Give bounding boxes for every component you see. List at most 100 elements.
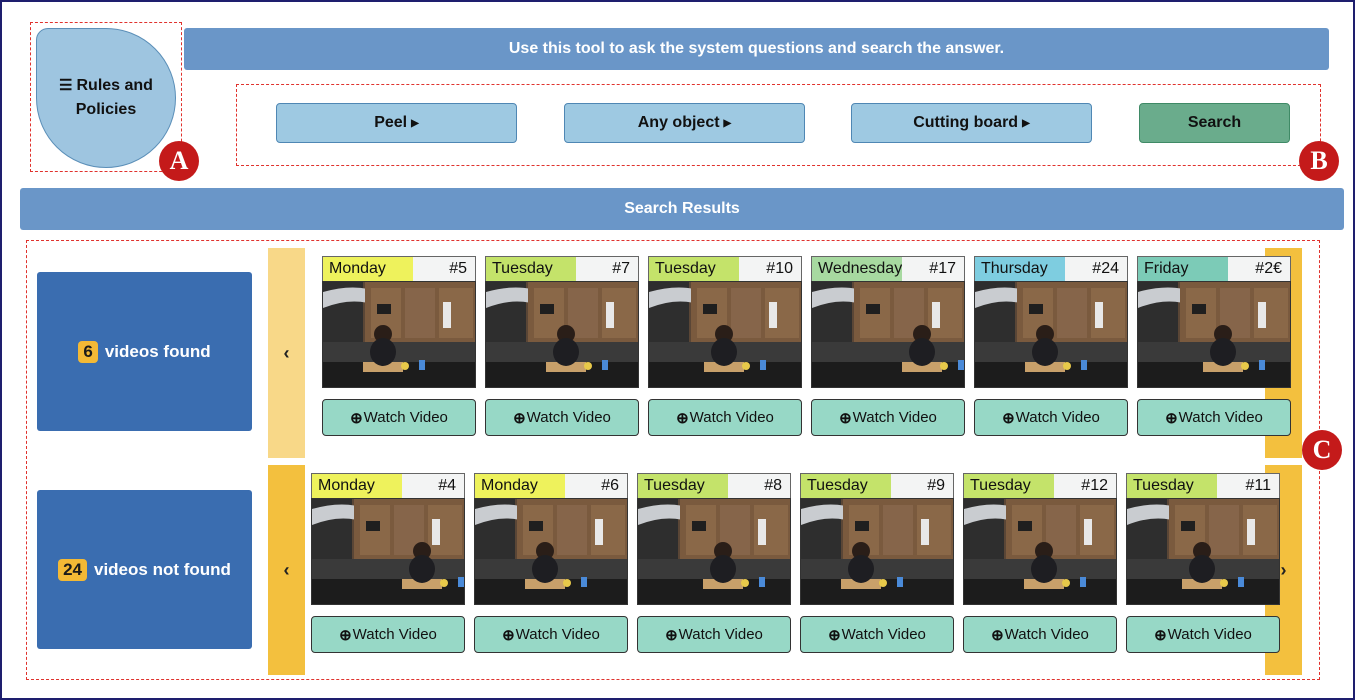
zoom-in-icon: ⊕: [839, 409, 852, 427]
watch-video-label: Watch Video: [515, 626, 600, 643]
chevron-right-icon: ›: [1280, 559, 1287, 580]
marker-c: C: [1302, 430, 1342, 470]
found-count-badge: 6: [78, 340, 98, 363]
watch-video-label: Watch Video: [1015, 409, 1100, 426]
video-thumbnail[interactable]: [800, 498, 954, 605]
watch-video-button[interactable]: ⊕ Watch Video: [474, 616, 628, 653]
search-button[interactable]: Search: [1139, 103, 1290, 143]
video-card[interactable]: Tuesday #10: [648, 256, 802, 388]
watch-video-label: Watch Video: [841, 626, 926, 643]
video-day-label: Monday: [475, 474, 565, 498]
watch-video-label: Watch Video: [689, 409, 774, 426]
watch-video-button[interactable]: ⊕ Watch Video: [1126, 616, 1280, 653]
video-thumbnail[interactable]: [963, 498, 1117, 605]
video-number-label: #5: [413, 257, 475, 281]
caret-right-icon: ▶: [723, 117, 732, 129]
video-card[interactable]: Tuesday #12: [963, 473, 1117, 605]
video-card-header: Tuesday #12: [963, 473, 1117, 498]
zoom-in-icon: ⊕: [1154, 626, 1167, 644]
query-chip-peel[interactable]: Peel ▶: [276, 103, 517, 143]
video-card-header: Wednesday #17: [811, 256, 965, 281]
video-card[interactable]: Friday #2€: [1137, 256, 1291, 388]
video-day-label: Tuesday: [801, 474, 891, 498]
zoom-in-icon: ⊕: [1002, 409, 1015, 427]
found-prev-button[interactable]: ‹: [268, 248, 305, 458]
video-day-label: Friday: [1138, 257, 1228, 281]
zoom-in-icon: ⊕: [350, 409, 363, 427]
video-card[interactable]: Monday #5: [322, 256, 476, 388]
video-thumbnail[interactable]: [311, 498, 465, 605]
watch-video-button[interactable]: ⊕ Watch Video: [974, 399, 1128, 436]
video-number-label: #24: [1065, 257, 1127, 281]
videos-found-summary: 6 videos found: [37, 272, 252, 431]
watch-video-button[interactable]: ⊕ Watch Video: [800, 616, 954, 653]
video-number-label: #2€: [1228, 257, 1290, 281]
watch-video-label: Watch Video: [526, 409, 611, 426]
video-card[interactable]: Thursday #24: [974, 256, 1128, 388]
video-thumbnail[interactable]: [811, 281, 965, 388]
video-thumbnail[interactable]: [974, 281, 1128, 388]
not-found-count-badge: 24: [58, 558, 87, 581]
video-card[interactable]: Tuesday #8: [637, 473, 791, 605]
video-card[interactable]: Tuesday #9: [800, 473, 954, 605]
instruction-banner: Use this tool to ask the system question…: [184, 28, 1329, 70]
zoom-in-icon: ⊕: [502, 626, 515, 644]
watch-video-button[interactable]: ⊕ Watch Video: [963, 616, 1117, 653]
zoom-in-icon: ⊕: [665, 626, 678, 644]
video-day-label: Thursday: [975, 257, 1065, 281]
watch-video-button[interactable]: ⊕ Watch Video: [485, 399, 639, 436]
watch-video-button[interactable]: ⊕ Watch Video: [1137, 399, 1291, 436]
video-day-label: Tuesday: [1127, 474, 1217, 498]
query-chip-any-object[interactable]: Any object ▶: [564, 103, 805, 143]
video-number-label: #6: [565, 474, 627, 498]
video-card-header: Tuesday #8: [637, 473, 791, 498]
video-thumbnail[interactable]: [1126, 498, 1280, 605]
watch-video-button[interactable]: ⊕ Watch Video: [637, 616, 791, 653]
video-number-label: #10: [739, 257, 801, 281]
watch-video-button[interactable]: ⊕ Watch Video: [322, 399, 476, 436]
video-thumbnail[interactable]: [474, 498, 628, 605]
rules-label-line1: Rules and: [76, 77, 153, 94]
video-card[interactable]: Tuesday #11: [1126, 473, 1280, 605]
video-thumbnail[interactable]: [637, 498, 791, 605]
video-thumbnail[interactable]: [485, 281, 639, 388]
watch-video-button[interactable]: ⊕ Watch Video: [811, 399, 965, 436]
video-card-header: Tuesday #11: [1126, 473, 1280, 498]
video-thumbnail[interactable]: [322, 281, 476, 388]
rules-label-line2: Policies: [75, 101, 137, 118]
video-card[interactable]: Monday #6: [474, 473, 628, 605]
video-card[interactable]: Tuesday #7: [485, 256, 639, 388]
video-number-label: #8: [728, 474, 790, 498]
video-card-header: Tuesday #9: [800, 473, 954, 498]
zoom-in-icon: ⊕: [1165, 409, 1178, 427]
rules-and-policies-button[interactable]: ☰ Rules and Policies: [36, 28, 176, 168]
found-label: videos found: [104, 341, 211, 361]
video-card-header: Tuesday #7: [485, 256, 639, 281]
watch-video-label: Watch Video: [1178, 409, 1263, 426]
videos-not-found-summary: 24 videos not found: [37, 490, 252, 649]
watch-video-button[interactable]: ⊕ Watch Video: [648, 399, 802, 436]
video-card-header: Thursday #24: [974, 256, 1128, 281]
video-number-label: #12: [1054, 474, 1116, 498]
watch-video-label: Watch Video: [1004, 626, 1089, 643]
zoom-in-icon: ⊕: [513, 409, 526, 427]
video-card[interactable]: Monday #4: [311, 473, 465, 605]
results-banner: Search Results: [20, 188, 1344, 230]
not-found-prev-button[interactable]: ‹: [268, 465, 305, 675]
caret-right-icon: ▶: [411, 117, 419, 129]
chevron-left-icon: ‹: [283, 342, 290, 363]
video-card-header: Friday #2€: [1137, 256, 1291, 281]
video-card-header: Tuesday #10: [648, 256, 802, 281]
video-number-label: #9: [891, 474, 953, 498]
list-icon: ☰: [59, 77, 73, 94]
video-thumbnail[interactable]: [1137, 281, 1291, 388]
video-card[interactable]: Wednesday #17: [811, 256, 965, 388]
query-chip-cutting-board[interactable]: Cutting board ▶: [851, 103, 1092, 143]
not-found-label: videos not found: [93, 559, 231, 579]
watch-video-label: Watch Video: [852, 409, 937, 426]
video-day-label: Tuesday: [649, 257, 739, 281]
caret-right-icon: ▶: [1022, 117, 1030, 129]
watch-video-button[interactable]: ⊕ Watch Video: [311, 616, 465, 653]
video-thumbnail[interactable]: [648, 281, 802, 388]
video-day-label: Tuesday: [964, 474, 1054, 498]
